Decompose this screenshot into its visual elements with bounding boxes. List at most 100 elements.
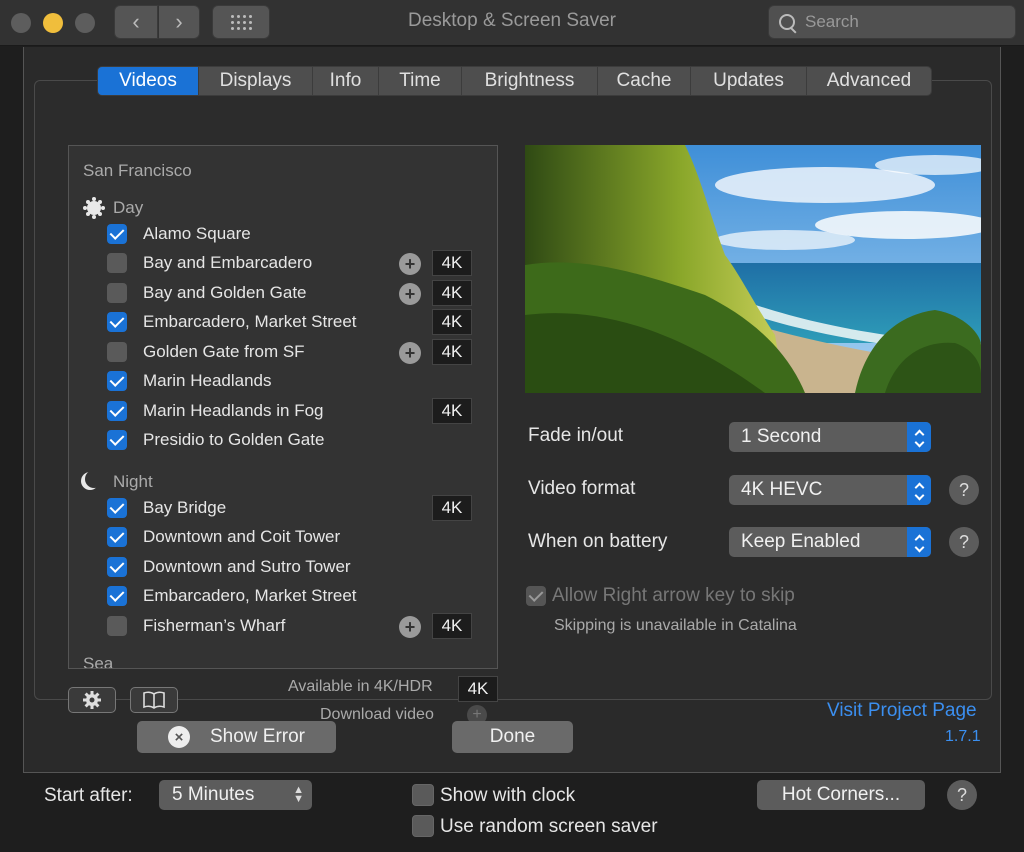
checkbox[interactable] <box>107 342 127 362</box>
group-header-night: Night <box>113 472 153 491</box>
settings-button[interactable] <box>68 687 116 713</box>
available-4k-label: Available in 4K/HDR <box>288 678 433 695</box>
download-plus-icon[interactable]: + <box>399 616 421 638</box>
search-field[interactable] <box>768 5 1016 39</box>
start-after-popup[interactable]: 5 Minutes ▲ ▼ <box>159 780 312 810</box>
videos-tab-panel: San Francisco Day Alamo Square Bay and E… <box>34 80 992 725</box>
section-header: San Francisco <box>83 161 192 180</box>
video-name: Bay and Embarcadero <box>143 253 313 272</box>
4k-badge: 4K <box>432 339 472 365</box>
video-list[interactable]: San Francisco Day Alamo Square Bay and E… <box>68 145 498 669</box>
video-name: Downtown and Coit Tower <box>143 527 341 546</box>
search-icon <box>779 14 795 30</box>
book-icon <box>143 691 165 709</box>
show-clock-label: Show with clock <box>440 785 576 806</box>
list-item[interactable]: Embarcadero, Market Street <box>107 583 477 609</box>
checkbox[interactable] <box>107 253 127 273</box>
video-format-popup[interactable]: 4K HEVC <box>729 475 931 505</box>
section-header: Sea <box>83 654 114 669</box>
skip-key-label: Allow Right arrow key to skip <box>552 585 795 606</box>
updown-chevron-icon <box>907 527 931 557</box>
hot-corners-button[interactable]: Hot Corners... <box>757 780 925 810</box>
checkbox[interactable] <box>107 527 127 547</box>
coastline-preview-image <box>525 145 981 393</box>
battery-popup[interactable]: Keep Enabled <box>729 527 931 557</box>
list-item[interactable]: Bay Bridge 4K <box>107 495 477 521</box>
list-item[interactable]: Golden Gate from SF + 4K <box>107 339 477 365</box>
checkbox[interactable] <box>107 616 127 636</box>
error-x-icon: × <box>167 726 190 748</box>
video-name: Fisherman’s Wharf <box>143 616 286 635</box>
video-name: Marin Headlands in Fog <box>143 401 324 420</box>
help-button[interactable]: ? <box>947 780 977 810</box>
tab-videos[interactable]: Videos <box>98 67 198 95</box>
video-name: Downtown and Sutro Tower <box>143 557 351 576</box>
video-format-value: 4K HEVC <box>741 479 823 500</box>
updown-chevron-icon <box>907 422 931 452</box>
download-plus-icon[interactable]: + <box>399 253 421 275</box>
checkbox[interactable] <box>107 401 127 421</box>
visit-project-link[interactable]: Visit Project Page <box>827 700 977 722</box>
checkbox[interactable] <box>107 557 127 577</box>
list-item[interactable]: Bay and Golden Gate + 4K <box>107 280 477 306</box>
video-name: Bay Bridge <box>143 498 227 517</box>
checkbox[interactable] <box>107 283 127 303</box>
version-label: 1.7.1 <box>945 728 981 745</box>
video-name: Embarcadero, Market Street <box>143 312 357 331</box>
group-header-day: Day <box>113 198 144 217</box>
done-button[interactable]: Done <box>452 721 573 753</box>
tab-cache[interactable]: Cache <box>597 67 690 95</box>
list-item[interactable]: Downtown and Coit Tower <box>107 524 477 550</box>
list-item[interactable]: Downtown and Sutro Tower <box>107 554 477 580</box>
show-error-button[interactable]: × Show Error <box>137 721 336 753</box>
video-name: Marin Headlands <box>143 371 272 390</box>
open-book-button[interactable] <box>130 687 178 713</box>
tab-displays[interactable]: Displays <box>198 67 312 95</box>
fade-label: Fade in/out <box>528 425 624 446</box>
video-name: Alamo Square <box>143 224 251 243</box>
4k-badge: 4K <box>432 398 472 424</box>
checkbox[interactable] <box>107 371 127 391</box>
tab-info[interactable]: Info <box>312 67 378 95</box>
list-item[interactable]: Marin Headlands <box>107 368 477 394</box>
tab-time[interactable]: Time <box>378 67 461 95</box>
download-plus-icon[interactable]: + <box>399 342 421 364</box>
list-item[interactable]: Embarcadero, Market Street 4K <box>107 309 477 335</box>
sun-icon <box>87 201 101 215</box>
4k-badge: 4K <box>432 495 472 521</box>
random-saver-checkbox[interactable] <box>412 815 434 837</box>
list-item[interactable]: Fisherman’s Wharf + 4K <box>107 613 477 639</box>
battery-help-button[interactable]: ? <box>949 527 979 557</box>
search-input[interactable] <box>805 12 1005 32</box>
checkbox[interactable] <box>107 586 127 606</box>
checkbox[interactable] <box>107 498 127 518</box>
tab-advanced[interactable]: Advanced <box>806 67 931 95</box>
checkbox[interactable] <box>107 224 127 244</box>
video-name: Embarcadero, Market Street <box>143 586 357 605</box>
download-video-label: Download video <box>320 706 434 723</box>
show-error-label: Show Error <box>209 726 306 747</box>
tab-bar: Videos Displays Info Time Brightness Cac… <box>97 66 932 96</box>
tab-brightness[interactable]: Brightness <box>461 67 597 95</box>
updown-chevron-icon <box>907 475 931 505</box>
start-after-label: Start after: <box>44 785 133 806</box>
show-clock-checkbox[interactable] <box>412 784 434 806</box>
4k-badge: 4K <box>432 250 472 276</box>
video-format-help-button[interactable]: ? <box>949 475 979 505</box>
video-name: Bay and Golden Gate <box>143 283 307 302</box>
checkbox[interactable] <box>107 312 127 332</box>
checkbox[interactable] <box>107 430 127 450</box>
list-item[interactable]: Marin Headlands in Fog 4K <box>107 398 477 424</box>
skip-note: Skipping is unavailable in Catalina <box>554 617 797 634</box>
video-preview <box>525 145 981 393</box>
tab-updates[interactable]: Updates <box>690 67 806 95</box>
download-plus-icon[interactable]: + <box>399 283 421 305</box>
fade-popup[interactable]: 1 Second <box>729 422 931 452</box>
list-item[interactable]: Bay and Embarcadero + 4K <box>107 250 477 276</box>
list-item[interactable]: Alamo Square <box>107 221 477 247</box>
fade-value: 1 Second <box>741 426 822 447</box>
list-item[interactable]: Presidio to Golden Gate <box>107 427 477 453</box>
moon-icon <box>85 470 103 488</box>
updown-chevron-icon: ▲ ▼ <box>293 784 304 805</box>
skip-key-checkbox[interactable] <box>526 586 546 606</box>
